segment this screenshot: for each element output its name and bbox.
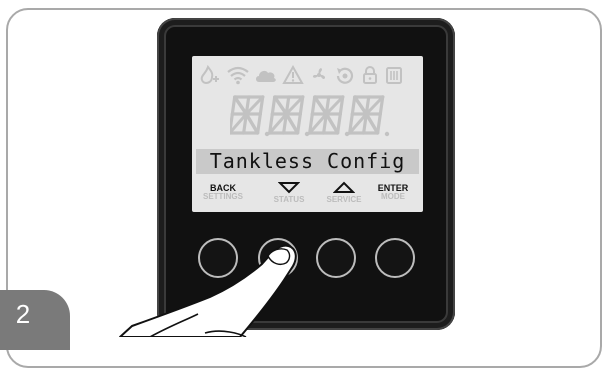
enter-mode-button[interactable] [375, 238, 415, 278]
segment-digit [268, 95, 305, 135]
warning-icon [282, 65, 304, 84]
recirculation-icon [336, 67, 354, 84]
step-number: 2 [15, 299, 31, 329]
segment-decimal-point [384, 131, 390, 137]
heater-icon [386, 67, 402, 84]
flame-icon [200, 65, 219, 85]
back-settings-button[interactable] [198, 238, 238, 278]
segment-digit [348, 95, 385, 135]
lock-icon [363, 66, 377, 84]
down-arrow-icon [278, 182, 300, 194]
segment-digit [308, 95, 345, 135]
up-service-button[interactable] [316, 238, 356, 278]
segment-digits [230, 95, 390, 137]
segment-digit [230, 95, 265, 135]
cloud-icon [256, 70, 276, 82]
fan-icon [312, 68, 326, 79]
lcd-message-text: Tankless Config [196, 149, 419, 174]
wifi-icon [227, 66, 249, 85]
up-arrow-icon [333, 181, 355, 193]
mode-label: MODE [381, 192, 405, 201]
lcd-display: Tankless Config BACK SETTINGS STATUS SER… [192, 56, 423, 212]
down-status-button[interactable] [258, 238, 298, 278]
status-label: STATUS [273, 195, 305, 204]
status-icon-row [200, 65, 416, 85]
settings-label: SETTINGS [202, 192, 243, 201]
